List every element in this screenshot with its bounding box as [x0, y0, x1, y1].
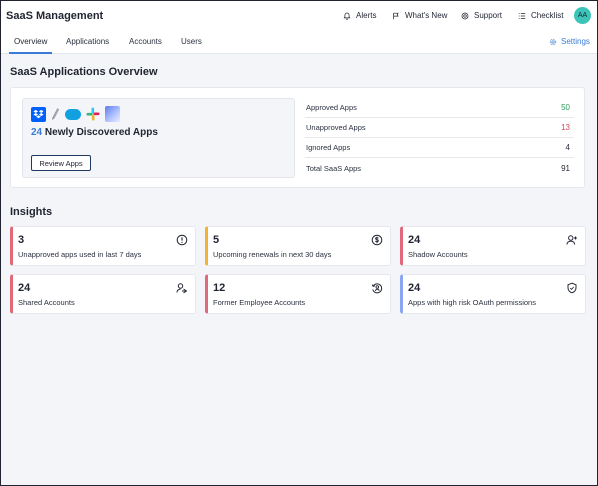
stat-ignored-apps[interactable]: Ignored Apps 4	[305, 138, 574, 158]
stat-label: Unapproved Apps	[306, 123, 366, 132]
overview-card: 24 Newly Discovered Apps Review Apps App…	[10, 87, 585, 188]
insight-label: Upcoming renewals in next 30 days	[213, 250, 332, 259]
discovered-apps-count: 24	[31, 127, 43, 138]
checklist-icon	[518, 12, 526, 19]
tab-applications[interactable]: Applications	[66, 37, 109, 52]
user-shared-icon	[176, 283, 188, 294]
app-window: SaaS Management Alerts What's New Suppor…	[0, 0, 598, 486]
dropbox-logo	[31, 106, 46, 122]
tab-accounts[interactable]: Accounts	[129, 37, 162, 52]
stat-total-saas-apps[interactable]: Total SaaS Apps 91	[305, 158, 574, 178]
nav-checklist-label: Checklist	[531, 11, 564, 20]
user-plus-icon	[566, 235, 577, 245]
stat-label: Total SaaS Apps	[306, 163, 362, 173]
insight-label: Shared Accounts	[18, 298, 75, 307]
stat-approved-apps[interactable]: Approved Apps 50	[305, 98, 574, 118]
insight-label: Former Employee Accounts	[213, 298, 306, 307]
stat-value: 50	[561, 103, 570, 112]
insight-label: Apps with high risk OAuth permissions	[408, 298, 536, 307]
nav-support[interactable]: Support	[461, 11, 502, 20]
pen-logo	[51, 108, 60, 120]
insight-label: Shadow Accounts	[408, 250, 468, 259]
slack-logo	[86, 107, 100, 121]
nav-alerts-label: Alerts	[356, 11, 377, 20]
insight-value: 24	[408, 234, 421, 246]
insight-card-upcoming-renewals[interactable]: 5 Upcoming renewals in next 30 days	[205, 226, 391, 266]
shield-check-icon	[567, 282, 577, 294]
bell-icon	[343, 12, 351, 20]
tab-bar: Overview Applications Accounts Users Set…	[1, 32, 597, 54]
insight-value: 24	[408, 282, 421, 294]
gear-icon	[549, 38, 557, 45]
gradient-app-logo	[105, 106, 120, 122]
insight-card-former-employee-accounts[interactable]: 12 Former Employee Accounts	[205, 274, 391, 314]
app-title: SaaS Management	[6, 10, 104, 22]
insights-title: Insights	[10, 206, 53, 218]
insight-value: 3	[18, 234, 25, 246]
stat-label: Ignored Apps	[306, 143, 351, 152]
stat-value: 4	[565, 143, 570, 152]
nav-whats-new-label: What's New	[405, 11, 448, 20]
app-stats-list: Approved Apps 50 Unapproved Apps 13 Igno…	[305, 98, 574, 178]
insight-label: Unapproved apps used in last 7 days	[18, 250, 142, 259]
stat-unapproved-apps[interactable]: Unapproved Apps 13	[305, 118, 574, 138]
overview-title: SaaS Applications Overview	[10, 66, 158, 78]
insight-value: 5	[213, 234, 220, 246]
nav-alerts[interactable]: Alerts	[343, 11, 376, 20]
settings-link[interactable]: Settings	[549, 37, 590, 46]
insight-value: 12	[213, 282, 226, 294]
insight-card-shared-accounts[interactable]: 24 Shared Accounts	[10, 274, 196, 314]
dollar-circle-icon	[371, 234, 383, 246]
salesforce-logo	[65, 108, 81, 120]
insight-card-unapproved-apps[interactable]: 3 Unapproved apps used in last 7 days	[10, 226, 196, 266]
nav-whats-new[interactable]: What's New	[392, 11, 447, 20]
review-apps-button[interactable]: Review Apps	[31, 155, 91, 171]
user-history-icon	[371, 283, 383, 294]
insight-card-shadow-accounts[interactable]: 24 Shadow Accounts	[400, 226, 586, 266]
alert-circle-icon	[176, 234, 188, 246]
stat-label: Approved Apps	[306, 103, 357, 112]
app-logos	[31, 106, 125, 122]
nav-checklist[interactable]: Checklist	[518, 11, 563, 20]
insight-card-high-risk-oauth[interactable]: 24 Apps with high risk OAuth permissions	[400, 274, 586, 314]
stat-value: 91	[561, 163, 570, 173]
support-icon	[461, 12, 469, 19]
tab-users[interactable]: Users	[181, 37, 202, 52]
insight-value: 24	[18, 282, 31, 294]
discovered-apps-heading: 24 Newly Discovered Apps	[31, 127, 158, 138]
discovered-apps-label: Newly Discovered Apps	[44, 127, 158, 138]
avatar[interactable]: AA	[574, 7, 591, 24]
nav-support-label: Support	[474, 11, 503, 20]
stat-value: 13	[561, 123, 570, 132]
top-header: SaaS Management Alerts What's New Suppor…	[1, 1, 597, 32]
flag-icon	[393, 12, 399, 19]
tab-overview[interactable]: Overview	[9, 37, 53, 54]
settings-label: Settings	[561, 37, 590, 46]
discovered-apps-box: 24 Newly Discovered Apps Review Apps	[22, 98, 295, 178]
